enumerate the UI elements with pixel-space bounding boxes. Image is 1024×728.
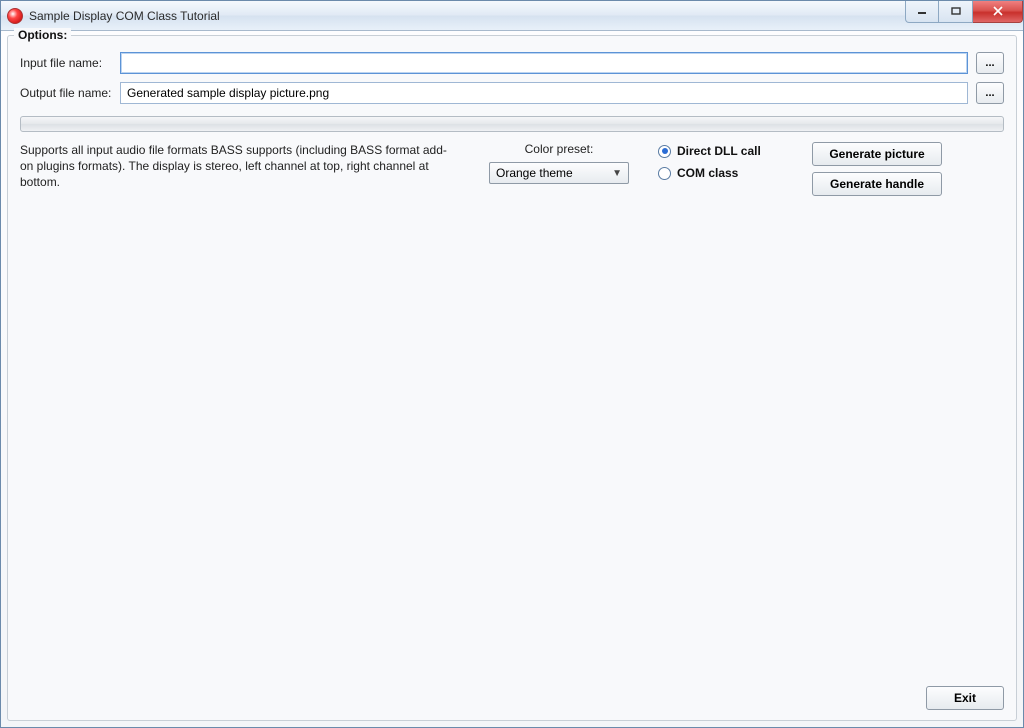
input-file-field[interactable] <box>120 52 968 74</box>
output-file-field[interactable] <box>120 82 968 104</box>
radio-direct-label: Direct DLL call <box>677 144 761 158</box>
window-title: Sample Display COM Class Tutorial <box>29 9 905 23</box>
action-buttons: Generate picture Generate handle <box>812 142 942 196</box>
footer: Exit <box>20 686 1004 710</box>
maximize-button[interactable] <box>939 1 973 23</box>
chevron-down-icon: ▼ <box>612 168 622 179</box>
output-file-label: Output file name: <box>20 86 112 100</box>
radio-dot-icon <box>658 167 671 180</box>
titlebar[interactable]: Sample Display COM Class Tutorial <box>1 1 1023 31</box>
output-browse-button[interactable]: ... <box>976 82 1004 104</box>
exit-button[interactable]: Exit <box>926 686 1004 710</box>
radio-com-label: COM class <box>677 166 738 180</box>
spacer <box>20 196 1004 680</box>
maximize-icon <box>951 7 961 15</box>
input-file-row: Input file name: ... <box>20 52 1004 74</box>
output-file-row: Output file name: ... <box>20 82 1004 104</box>
app-window: Sample Display COM Class Tutorial Option… <box>0 0 1024 728</box>
client-area: Options: Input file name: ... Output fil… <box>1 31 1023 727</box>
window-controls <box>905 1 1023 23</box>
minimize-icon <box>917 7 927 15</box>
color-preset-section: Color preset: Orange theme ▼ <box>484 142 634 196</box>
color-preset-selected: Orange theme <box>496 166 573 180</box>
input-browse-button[interactable]: ... <box>976 52 1004 74</box>
close-icon <box>992 6 1004 16</box>
generate-handle-button[interactable]: Generate handle <box>812 172 942 196</box>
radio-direct-dll-call[interactable]: Direct DLL call <box>658 144 788 158</box>
close-button[interactable] <box>973 1 1023 23</box>
minimize-button[interactable] <box>905 1 939 23</box>
generate-picture-button[interactable]: Generate picture <box>812 142 942 166</box>
app-icon <box>7 8 23 24</box>
options-group: Options: Input file name: ... Output fil… <box>7 35 1017 721</box>
input-file-label: Input file name: <box>20 56 112 70</box>
progress-bar <box>20 116 1004 132</box>
radio-com-class[interactable]: COM class <box>658 166 788 180</box>
group-title: Options: <box>14 28 71 42</box>
description-text: Supports all input audio file formats BA… <box>20 142 460 196</box>
color-preset-label: Color preset: <box>525 142 594 156</box>
lower-panel: Supports all input audio file formats BA… <box>20 142 1004 196</box>
radio-dot-icon <box>658 145 671 158</box>
color-preset-dropdown[interactable]: Orange theme ▼ <box>489 162 629 184</box>
call-mode-radios: Direct DLL call COM class <box>658 142 788 196</box>
